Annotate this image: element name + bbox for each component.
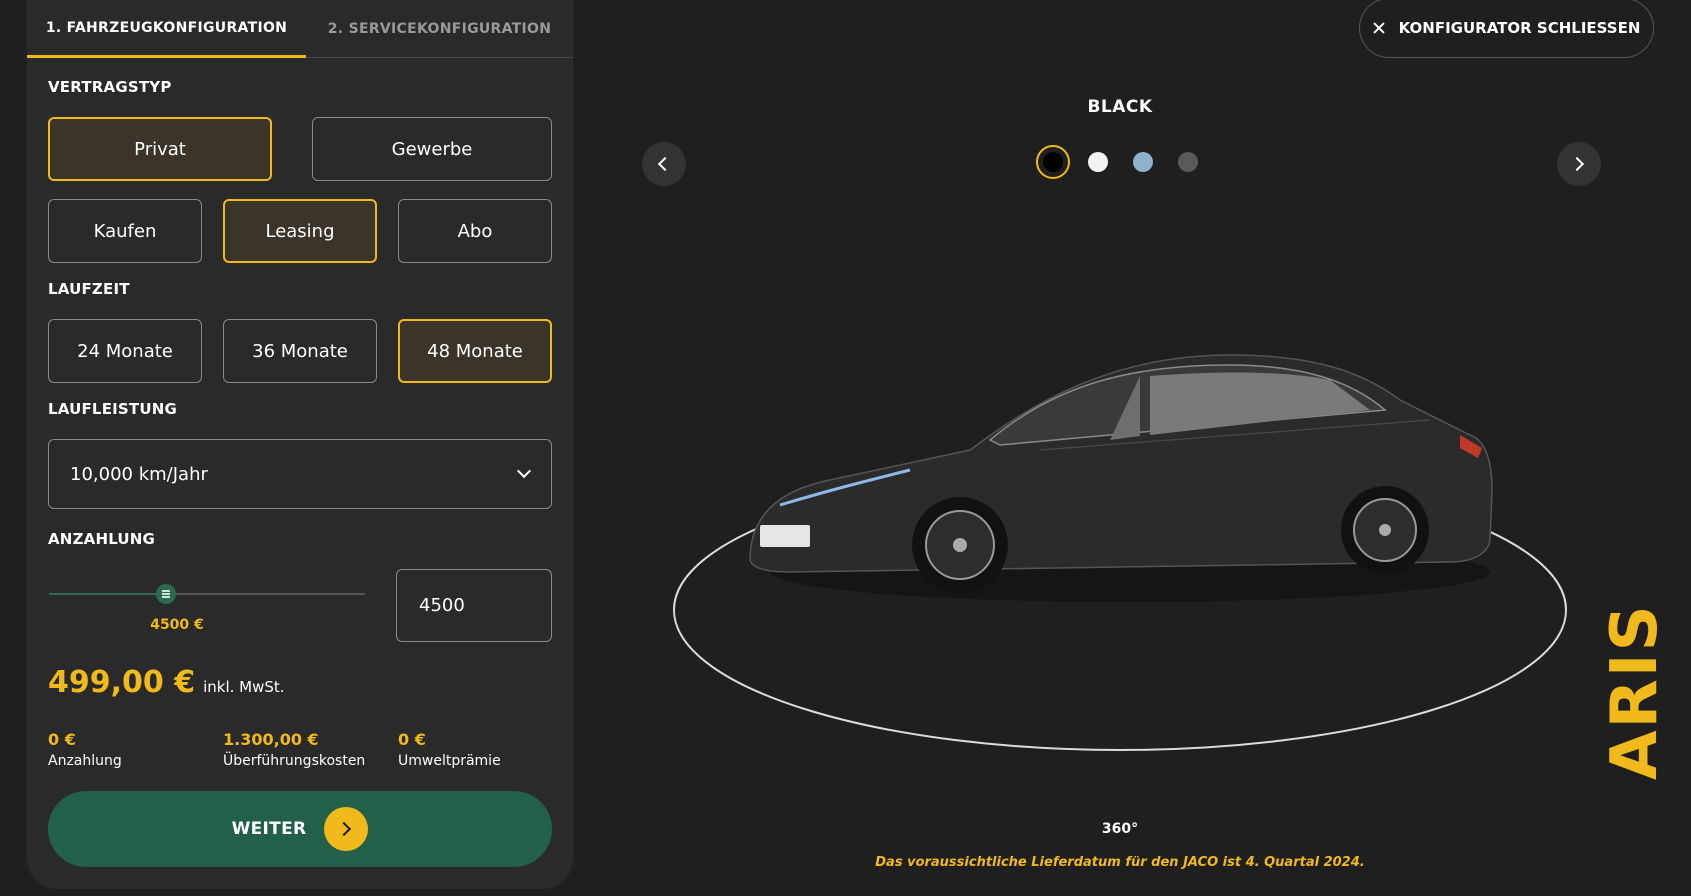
stat-ueberfuehrung: 1.300,00 € Überführungskosten [223, 730, 365, 769]
close-icon [1373, 22, 1385, 34]
swatch-grey[interactable] [1178, 152, 1198, 172]
close-label: KONFIGURATOR SCHLIESSEN [1398, 19, 1641, 37]
stat-value: 0 € [48, 730, 76, 749]
option-36-monate[interactable]: 36 Monate [223, 319, 377, 383]
car-image [749, 354, 1493, 602]
brand-logo-text: ARIS [1598, 603, 1672, 780]
contract-type-label: VERTRAGSTYP [48, 78, 172, 96]
stat-umweltpraemie: 0 € Umweltprämie [398, 730, 501, 769]
option-24-monate[interactable]: 24 Monate [48, 319, 202, 383]
price-value: 499,00 € [48, 665, 196, 700]
next-color-button[interactable] [1557, 142, 1601, 186]
prev-color-button[interactable] [642, 142, 686, 186]
option-leasing[interactable]: Leasing [223, 199, 377, 263]
option-abo[interactable]: Abo [398, 199, 552, 263]
tab-bar: 1. FAHRZEUGKONFIGURATION 2. SERVICEKONFI… [27, 0, 573, 58]
mileage-value: 10,000 km/Jahr [70, 463, 208, 485]
down-payment-slider[interactable] [49, 584, 365, 604]
mileage-label: LAUFLEISTUNG [48, 400, 177, 418]
delivery-note: Das voraussichtliche Lieferdatum für den… [875, 855, 1365, 870]
chevron-down-icon [516, 463, 532, 479]
tab-vehicle-config[interactable]: 1. FAHRZEUGKONFIGURATION [27, 0, 306, 58]
stat-label: Überführungskosten [223, 753, 366, 769]
price-note: inkl. MwSt. [203, 678, 285, 696]
slider-value-label: 4500 € [150, 617, 204, 633]
configurator-page: 1. FAHRZEUGKONFIGURATION 2. SERVICEKONFI… [0, 0, 1691, 896]
option-kaufen[interactable]: Kaufen [48, 199, 202, 263]
down-payment-input[interactable]: 4500 [396, 569, 552, 642]
stat-anzahlung: 0 € Anzahlung [48, 730, 122, 769]
car-preview[interactable] [670, 340, 1570, 760]
color-name: BLACK [1087, 97, 1153, 117]
option-privat[interactable]: Privat [48, 117, 272, 181]
weiter-label: WEITER [231, 819, 307, 839]
term-label: LAUFZEIT [48, 280, 130, 298]
option-48-monate[interactable]: 48 Monate [398, 319, 552, 383]
slider-fill [49, 593, 166, 595]
down-payment-label: ANZAHLUNG [48, 530, 156, 548]
360-view-label[interactable]: 360° [1080, 821, 1160, 837]
stat-label: Umweltprämie [398, 753, 501, 769]
swatch-black[interactable] [1043, 152, 1063, 172]
swatch-blue[interactable] [1133, 152, 1153, 172]
stat-label: Anzahlung [48, 753, 122, 769]
mileage-select[interactable]: 10,000 km/Jahr [48, 439, 552, 509]
stat-value: 0 € [398, 730, 426, 749]
option-gewerbe[interactable]: Gewerbe [312, 117, 552, 181]
swatch-white[interactable] [1088, 152, 1108, 172]
arrow-right-icon [324, 807, 369, 851]
slider-handle[interactable] [155, 584, 176, 604]
tab-service-config[interactable]: 2. SERVICEKONFIGURATION [306, 0, 573, 58]
close-configurator-button[interactable]: KONFIGURATOR SCHLIESSEN [1359, 0, 1654, 58]
stat-value: 1.300,00 € [223, 730, 319, 749]
weiter-button[interactable]: WEITER [48, 791, 552, 867]
config-panel: 1. FAHRZEUGKONFIGURATION 2. SERVICEKONFI… [27, 0, 573, 889]
monthly-price: 499,00 € inkl. MwSt. [48, 665, 285, 700]
